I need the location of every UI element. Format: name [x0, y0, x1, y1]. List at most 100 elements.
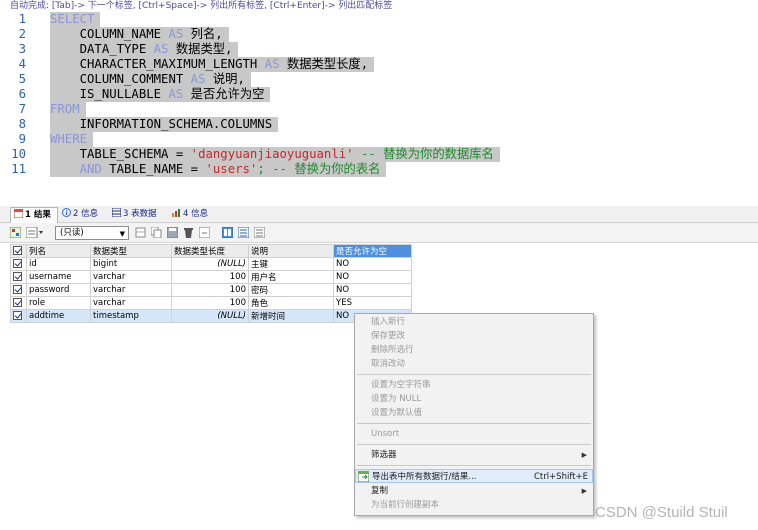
- tab-info-2[interactable]: 4 信息: [172, 207, 208, 223]
- column-header[interactable]: 数据类型: [90, 244, 172, 258]
- columns-view-icon[interactable]: [253, 226, 266, 239]
- code-line[interactable]: 1 SELECT: [0, 12, 758, 27]
- table-cell[interactable]: timestamp: [90, 309, 172, 323]
- table-cell[interactable]: varchar: [90, 283, 172, 297]
- menu-item[interactable]: 设置为 NULL: [355, 392, 593, 406]
- menu-item[interactable]: 删除所选行: [355, 343, 593, 357]
- code-line[interactable]: 5 COLUMN_COMMENT AS 说明,: [0, 72, 758, 87]
- select-all-checkbox[interactable]: [10, 244, 27, 258]
- row-checkbox[interactable]: [10, 309, 27, 323]
- row-checkbox[interactable]: [10, 283, 27, 297]
- table-cell[interactable]: 密码: [248, 283, 334, 297]
- sql-text: 说明,: [205, 72, 245, 86]
- table-row[interactable]: password varchar 100 密码 NO: [10, 283, 412, 297]
- row-checkbox[interactable]: [10, 296, 27, 310]
- table-cell[interactable]: 主键: [248, 257, 334, 271]
- table-cell[interactable]: password: [26, 283, 91, 297]
- column-header[interactable]: 列名: [26, 244, 91, 258]
- column-header[interactable]: 数据类型长度: [171, 244, 249, 258]
- menu-item-label: Unsort: [371, 429, 400, 439]
- table-cell[interactable]: NO: [333, 283, 412, 297]
- tab-result[interactable]: 1 结果: [10, 207, 58, 223]
- sql-editor[interactable]: 1 SELECT 2 COLUMN_NAME AS 列名, 3 DATA_TYPE A…: [0, 12, 758, 204]
- menu-item[interactable]: 插入新行: [355, 315, 593, 329]
- table-row[interactable]: username varchar 100 用户名 NO: [10, 270, 412, 284]
- chevron-down-icon: ▼: [119, 230, 125, 238]
- table-cell[interactable]: NO: [333, 257, 412, 271]
- form-view-icon[interactable]: [221, 226, 234, 239]
- sql-text: 列名,: [183, 27, 223, 41]
- code-line[interactable]: 3 DATA_TYPE AS 数据类型,: [0, 42, 758, 57]
- table-cell[interactable]: addtime: [26, 309, 91, 323]
- table-row[interactable]: addtime timestamp (NULL) 新增时间 NO: [10, 309, 412, 323]
- table-row[interactable]: role varchar 100 角色 YES: [10, 296, 412, 310]
- table-cell[interactable]: NO: [333, 270, 412, 284]
- row-checkbox[interactable]: [10, 257, 27, 271]
- table-cell[interactable]: 100: [171, 270, 249, 284]
- code-line[interactable]: 11 AND TABLE_NAME = 'users'; -- 替换为你的表名: [0, 162, 758, 177]
- menu-item[interactable]: 设置为默认值: [355, 406, 593, 420]
- menu-item[interactable]: 为当前行创建副本: [355, 498, 593, 512]
- table-row[interactable]: id bigint (NULL) 主键 NO: [10, 257, 412, 271]
- menu-item[interactable]: 设置为空字符串: [355, 378, 593, 392]
- code-line[interactable]: 4 CHARACTER_MAXIMUM_LENGTH AS 数据类型长度,: [0, 57, 758, 72]
- table-cell[interactable]: username: [26, 270, 91, 284]
- sql-keyword: SELECT: [50, 12, 95, 26]
- sql-text: DATA_TYPE: [50, 42, 154, 56]
- mode-select[interactable]: (只读) ▼: [55, 226, 129, 240]
- table-result-icon: [13, 208, 24, 219]
- code-text: WHERE: [50, 132, 94, 147]
- code-line[interactable]: 8 INFORMATION_SCHEMA.COLUMNS: [0, 117, 758, 132]
- line-number: 3: [18, 42, 26, 56]
- table-cell[interactable]: role: [26, 296, 91, 310]
- menu-item-label: 筛选器: [371, 450, 397, 460]
- table-cell[interactable]: 新增时间: [248, 309, 334, 323]
- code-line[interactable]: 6 IS_NULLABLE AS 是否允许为空: [0, 87, 758, 102]
- export-table-icon: [357, 470, 370, 483]
- table-cell[interactable]: YES: [333, 296, 412, 310]
- column-header[interactable]: 说明: [248, 244, 334, 258]
- export-icon[interactable]: [135, 227, 146, 238]
- checkbox-icon: [13, 272, 22, 281]
- text-view-icon[interactable]: [237, 226, 250, 239]
- table-cell[interactable]: id: [26, 257, 91, 271]
- table-cell[interactable]: 用户名: [248, 270, 334, 284]
- table-cell[interactable]: varchar: [90, 270, 172, 284]
- sql-text: TABLE_NAME =: [101, 162, 206, 176]
- table-cell[interactable]: 100: [171, 296, 249, 310]
- table-cell[interactable]: 100: [171, 283, 249, 297]
- menu-item[interactable]: 复制 ▶: [355, 484, 593, 498]
- line-number: 7: [18, 102, 26, 116]
- menu-item[interactable]: 导出表中所有数据行/结果... Ctrl+Shift+E: [355, 469, 593, 483]
- table-cell[interactable]: 角色: [248, 296, 334, 310]
- code-text: AND TABLE_NAME = 'users'; -- 替换为你的表名: [50, 162, 387, 177]
- menu-separator: [357, 374, 591, 375]
- save-icon[interactable]: [166, 226, 179, 239]
- table-cell[interactable]: (NULL): [171, 257, 249, 271]
- menu-item[interactable]: 保存更改: [355, 329, 593, 343]
- refresh-icon[interactable]: [198, 226, 211, 239]
- copy-icon[interactable]: [150, 226, 162, 239]
- table-cell[interactable]: bigint: [90, 257, 172, 271]
- menu-item[interactable]: Unsort: [355, 427, 593, 441]
- tab-info[interactable]: 2 信息: [62, 207, 98, 223]
- tab-table-data[interactable]: 3 表数据: [111, 207, 157, 223]
- grid-view-icon[interactable]: [9, 226, 22, 239]
- menu-item[interactable]: 取消改动: [355, 357, 593, 371]
- code-line[interactable]: 10 TABLE_SCHEMA = 'dangyuanjiaoyuguanli'…: [0, 147, 758, 162]
- table-cell[interactable]: varchar: [90, 296, 172, 310]
- checkbox-icon: [13, 259, 22, 268]
- sql-keyword: AS: [190, 72, 206, 86]
- table-cell[interactable]: (NULL): [171, 309, 249, 323]
- code-line[interactable]: 2 COLUMN_NAME AS 列名,: [0, 27, 758, 42]
- line-number: 9: [18, 132, 26, 146]
- filter-dropdown-icon[interactable]: [25, 226, 46, 239]
- menu-item[interactable]: 筛选器 ▶: [355, 448, 593, 462]
- code-line[interactable]: 9 WHERE: [0, 132, 758, 147]
- result-grid: 列名 数据类型 数据类型长度 说明 是否允许为空 id bigint (NULL) 主…: [10, 244, 412, 323]
- row-checkbox[interactable]: [10, 270, 27, 284]
- delete-icon[interactable]: [183, 227, 194, 238]
- code-line[interactable]: 7 FROM: [0, 102, 758, 117]
- column-header-selected[interactable]: 是否允许为空: [333, 244, 412, 258]
